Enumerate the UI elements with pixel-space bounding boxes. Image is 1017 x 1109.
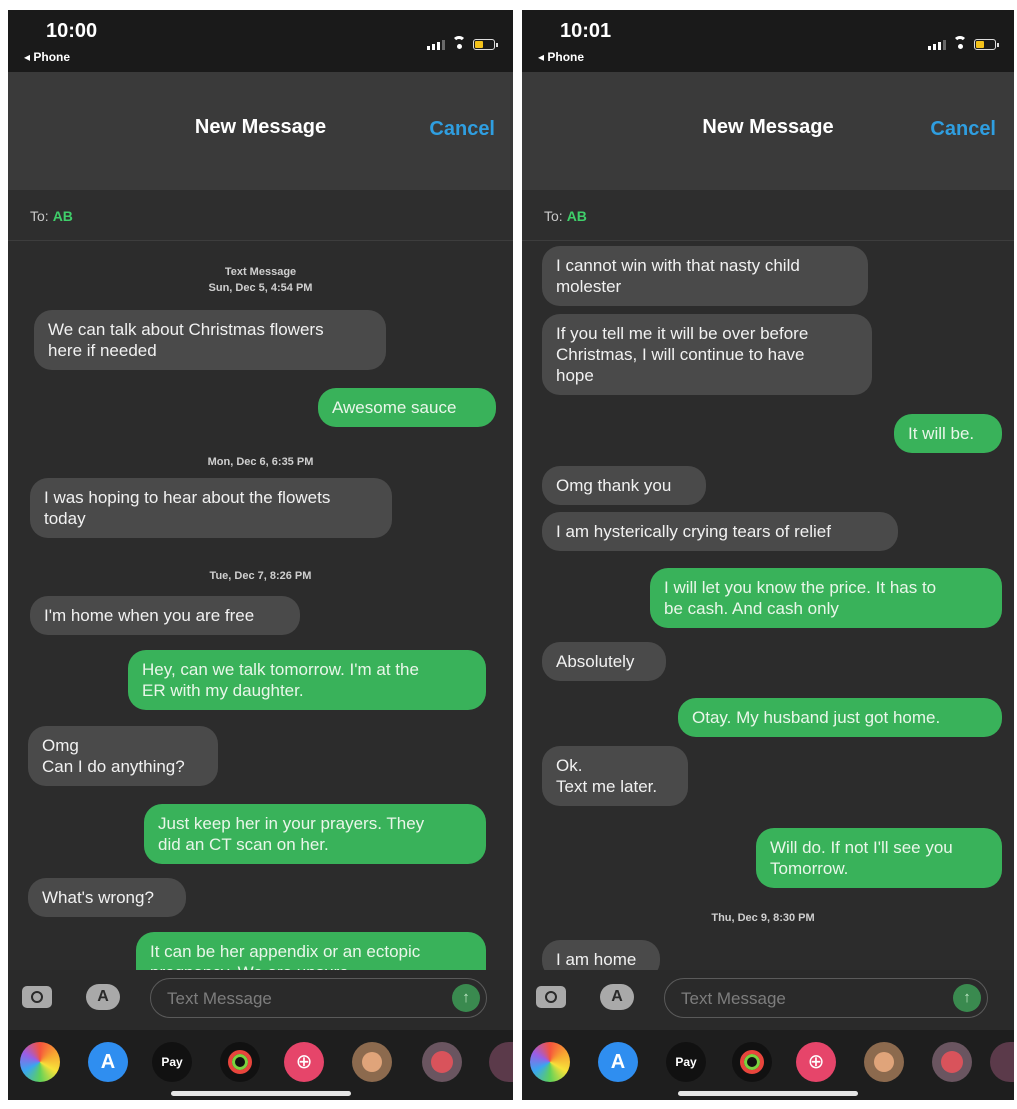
recipient-row[interactable]: To: AB <box>522 190 1014 241</box>
sent-message[interactable]: I will let you know the price. It has to… <box>650 568 1002 628</box>
received-message[interactable]: Omg thank you <box>542 466 706 505</box>
fitness-icon[interactable] <box>732 1042 772 1082</box>
received-message[interactable]: We can talk about Christmas flowers here… <box>34 310 386 370</box>
wifi-icon <box>451 36 467 50</box>
camera-icon[interactable] <box>22 986 52 1008</box>
photos-icon[interactable] <box>20 1042 60 1082</box>
battery-icon <box>974 39 999 50</box>
left-screenshot: 10:00 ◂ Phone New Message Cancel To: AB T… <box>8 10 513 1100</box>
status-indicators <box>928 36 999 50</box>
signal-icon <box>928 40 946 50</box>
apps-icon[interactable]: A <box>86 984 120 1010</box>
timestamp: Text Message Sun, Dec 5, 4:54 PM <box>208 266 313 294</box>
message-input[interactable] <box>679 988 923 1010</box>
signal-icon <box>427 40 445 50</box>
app-store-icon[interactable]: A <box>88 1042 128 1082</box>
sent-message[interactable]: It will be. <box>894 414 1002 453</box>
battery-icon <box>473 39 498 50</box>
heart-sticker-icon[interactable] <box>990 1042 1014 1082</box>
back-to-phone-link[interactable]: ◂ Phone <box>538 50 584 64</box>
received-message[interactable]: If you tell me it will be over before Ch… <box>542 314 872 395</box>
image-search-icon[interactable]: ⊕ <box>284 1042 324 1082</box>
send-arrow-icon[interactable]: ↑ <box>452 984 480 1012</box>
cancel-button[interactable]: Cancel <box>429 118 495 141</box>
heart-sticker-icon[interactable] <box>489 1042 513 1082</box>
status-indicators <box>427 36 498 50</box>
memoji-icon[interactable] <box>352 1042 392 1082</box>
timestamp: Mon, Dec 6, 6:35 PM <box>207 456 314 468</box>
photos-icon[interactable] <box>530 1042 570 1082</box>
composer-bar: A ↑ <box>8 970 513 1030</box>
back-to-phone-link[interactable]: ◂ Phone <box>24 50 70 64</box>
received-message[interactable]: I was hoping to hear about the flowets t… <box>30 478 392 538</box>
apps-icon[interactable]: A <box>600 984 634 1010</box>
app-store-icon[interactable]: A <box>598 1042 638 1082</box>
sent-message[interactable]: Awesome sauce <box>318 388 496 427</box>
imessage-app-drawer: A Pay ⊕ <box>522 1030 1014 1100</box>
memoji-icon[interactable] <box>864 1042 904 1082</box>
received-message[interactable]: What's wrong? <box>28 878 186 917</box>
home-indicator[interactable] <box>678 1091 858 1096</box>
compose-header: New Message Cancel <box>522 72 1014 190</box>
camera-icon[interactable] <box>536 986 566 1008</box>
recipient-name[interactable]: AB <box>567 208 587 224</box>
sticker-icon[interactable] <box>932 1042 972 1082</box>
received-message[interactable]: Absolutely <box>542 642 666 681</box>
message-field[interactable]: ↑ <box>664 978 988 1018</box>
image-search-icon[interactable]: ⊕ <box>796 1042 836 1082</box>
apple-pay-label: Pay <box>161 1055 183 1069</box>
compose-header: New Message Cancel <box>8 72 513 190</box>
sent-message[interactable]: Hey, can we talk tomorrow. I'm at the ER… <box>128 650 486 710</box>
cancel-button[interactable]: Cancel <box>930 118 996 141</box>
timestamp: Thu, Dec 9, 8:30 PM <box>711 912 815 924</box>
timestamp: Tue, Dec 7, 8:26 PM <box>209 570 312 582</box>
apple-pay-icon[interactable]: Pay <box>666 1042 706 1082</box>
recipient-row[interactable]: To: AB <box>8 190 513 241</box>
imessage-app-drawer: A Pay ⊕ <box>8 1030 513 1100</box>
composer-bar: A ↑ <box>522 970 1014 1030</box>
message-thread[interactable]: Text Message Sun, Dec 5, 4:54 PM We can … <box>8 242 513 970</box>
clock: 10:00 <box>46 20 98 42</box>
received-message[interactable]: I am hysterically crying tears of relief <box>542 512 898 551</box>
received-message[interactable]: I am home <box>542 940 660 970</box>
status-bar: 10:00 ◂ Phone <box>8 10 513 72</box>
status-bar: 10:01 ◂ Phone <box>522 10 1014 72</box>
received-message[interactable]: I cannot win with that nasty child moles… <box>542 246 868 306</box>
clock: 10:01 <box>560 20 612 42</box>
wifi-icon <box>952 36 968 50</box>
sent-message[interactable]: Just keep her in your prayers. They did … <box>144 804 486 864</box>
recipient-name[interactable]: AB <box>53 208 73 224</box>
sent-message[interactable]: It can be her appendix or an ectopic pre… <box>136 932 486 970</box>
to-label: To: <box>544 208 563 224</box>
sent-message[interactable]: Otay. My husband just got home. <box>678 698 1002 737</box>
send-arrow-icon[interactable]: ↑ <box>953 984 981 1012</box>
fitness-icon[interactable] <box>220 1042 260 1082</box>
message-input[interactable] <box>165 988 409 1010</box>
received-message[interactable]: Ok. Text me later. <box>542 746 688 806</box>
apple-pay-label: Pay <box>675 1055 697 1069</box>
sent-message[interactable]: Will do. If not I'll see you Tomorrow. <box>756 828 1002 888</box>
apple-pay-icon[interactable]: Pay <box>152 1042 192 1082</box>
received-message[interactable]: I'm home when you are free <box>30 596 300 635</box>
received-message[interactable]: Omg Can I do anything? <box>28 726 218 786</box>
message-thread[interactable]: I cannot win with that nasty child moles… <box>522 242 1014 970</box>
sticker-icon[interactable] <box>422 1042 462 1082</box>
message-field[interactable]: ↑ <box>150 978 487 1018</box>
to-label: To: <box>30 208 49 224</box>
home-indicator[interactable] <box>170 1091 351 1096</box>
right-screenshot: 10:01 ◂ Phone New Message Cancel To: AB I… <box>522 10 1014 1100</box>
